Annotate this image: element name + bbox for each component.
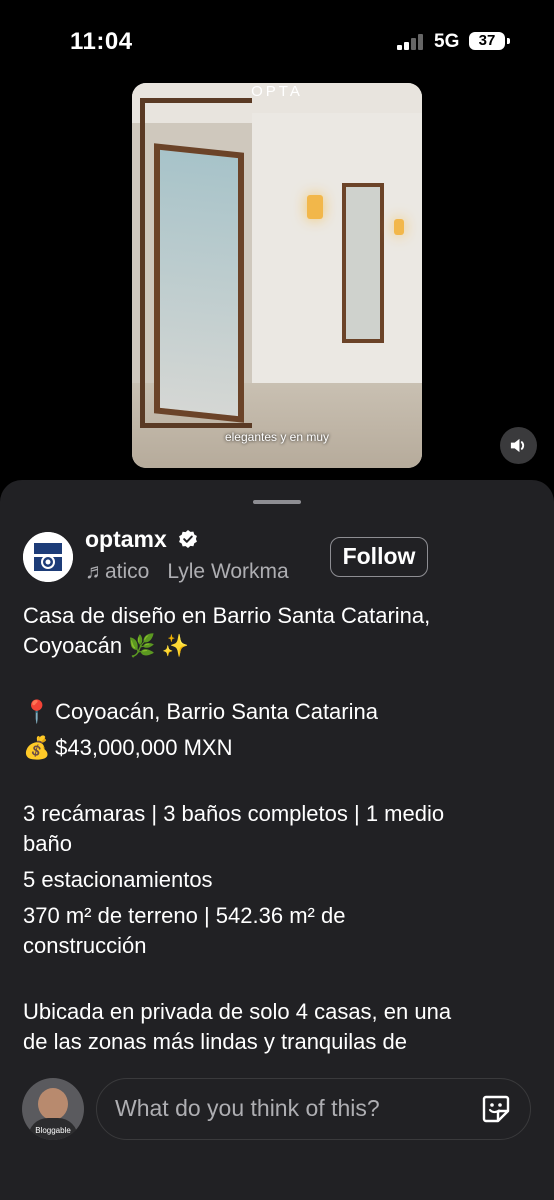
post-description: Casa de diseño en Barrio Santa Catarina,… [23,601,523,1069]
battery-icon: 37 [469,32,505,50]
video-player[interactable]: OPTA elegantes y en muy [132,83,422,468]
status-bar: 11:04 5G 37 [0,0,554,80]
drag-handle[interactable] [253,500,301,504]
audio-track-title: atico [105,560,150,583]
more-line1: Ubicada en privada de solo 4 casas, en u… [23,999,452,1024]
music-note-icon: ♬ [85,560,106,583]
signal-icon [397,34,427,50]
video-glass-door [154,143,244,423]
area-line2: construcción [23,933,147,958]
verified-badge-icon [179,530,197,548]
video-wall-right [252,113,422,423]
price-text: $43,000,000 MXN [55,735,233,760]
opta-logo-icon [23,532,73,582]
rooms-line1: 3 recámaras | 3 baños completos | 1 medi… [23,801,445,826]
video-back-door [342,183,384,343]
location-line: 📍 Coyoacán, Barrio Santa Catarina [23,697,523,727]
avatar-label: Bloggable [35,1126,71,1135]
username[interactable]: optamx [85,526,167,553]
wall-lamp-icon [307,195,323,219]
area-line1: 370 m² de terreno | 542.36 m² de [23,903,346,928]
battery-cap [507,38,510,44]
rooms-line2: baño [23,831,72,856]
avatar-face [38,1088,68,1120]
location-text: Coyoacán, Barrio Santa Catarina [55,699,378,724]
video-caption: elegantes y en muy [224,430,330,444]
sticker-icon[interactable] [480,1093,512,1125]
pin-icon: 📍 [23,699,51,724]
audio-track-row[interactable]: ♬atico Lyle Workma [85,560,315,588]
money-bag-icon: 💰 [23,735,51,760]
follow-button[interactable]: Follow [330,537,428,577]
comment-composer: Bloggable What do you think of this? [0,1078,554,1200]
description-title-line2: Coyoacán 🌿 ✨ [23,633,190,658]
speaker-icon [510,438,525,453]
price-line: 💰 $43,000,000 MXN [23,733,523,763]
video-brand: OPTA [251,83,303,100]
mute-button[interactable] [500,427,537,464]
audio-track-artist: Lyle Workma [167,560,289,583]
more-line2: de las zonas más lindas y tranquilas de [23,1029,407,1054]
parking-line: 5 estacionamientos [23,867,213,892]
profile-avatar[interactable] [23,532,73,582]
wall-lamp-icon [394,219,404,235]
comment-input[interactable]: What do you think of this? [96,1078,531,1140]
status-time: 11:04 [70,28,133,55]
network-type: 5G [434,31,460,52]
comment-placeholder: What do you think of this? [115,1095,380,1121]
user-avatar[interactable]: Bloggable [22,1078,84,1140]
description-title-line1: Casa de diseño en Barrio Santa Catarina, [23,603,431,628]
